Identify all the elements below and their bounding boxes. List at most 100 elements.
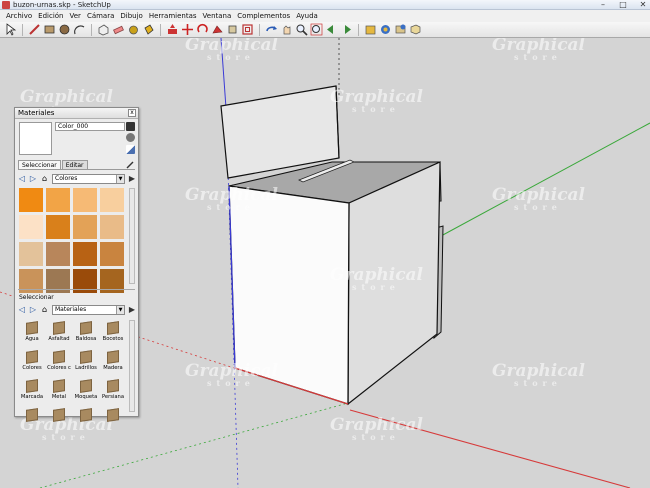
folder-icon xyxy=(26,408,38,422)
materials-titlebar[interactable]: Materiales x xyxy=(15,108,138,119)
tape-measure-icon[interactable] xyxy=(127,23,140,36)
library-item[interactable] xyxy=(19,407,45,434)
swatch[interactable] xyxy=(73,188,97,212)
toolbar-separator xyxy=(22,23,23,36)
display-secondary-icon[interactable] xyxy=(126,122,135,131)
swatch[interactable] xyxy=(19,215,43,239)
minimize-button[interactable]: – xyxy=(598,0,608,10)
forward-arrow-icon[interactable]: ▷ xyxy=(29,174,37,184)
offset-icon[interactable] xyxy=(241,23,254,36)
toolbar-separator xyxy=(160,23,161,36)
arc-icon[interactable] xyxy=(73,23,86,36)
menu-dibujo[interactable]: Dibujo xyxy=(117,10,145,22)
menu-edicion[interactable]: Edición xyxy=(35,10,66,22)
folder-icon xyxy=(53,379,65,393)
library-item[interactable] xyxy=(46,407,72,434)
library-item[interactable]: Agua xyxy=(19,320,45,347)
swatch[interactable] xyxy=(73,242,97,266)
library-item[interactable]: Metal xyxy=(46,378,72,405)
sketchup-app-icon xyxy=(2,1,10,9)
menu-camara[interactable]: Cámara xyxy=(84,10,117,22)
rectangle-icon[interactable] xyxy=(43,23,56,36)
swatch[interactable] xyxy=(46,215,70,239)
library-item[interactable]: Colores c xyxy=(46,349,72,376)
chevron-down-icon[interactable]: ▼ xyxy=(116,175,124,183)
make-component-icon[interactable] xyxy=(97,23,110,36)
pan-icon[interactable] xyxy=(280,23,293,36)
push-pull-icon[interactable] xyxy=(166,23,179,36)
menu-ventana[interactable]: Ventana xyxy=(200,10,235,22)
swatch[interactable] xyxy=(46,242,70,266)
menu-herramientas[interactable]: Herramientas xyxy=(146,10,200,22)
library-item[interactable] xyxy=(73,407,99,434)
swatch[interactable] xyxy=(100,188,124,212)
watermark: Graphicalstore xyxy=(492,185,586,212)
menu-complementos[interactable]: Complementos xyxy=(234,10,293,22)
share-model-icon[interactable] xyxy=(379,23,392,36)
maximize-button[interactable]: □ xyxy=(618,0,628,10)
orbit-icon[interactable] xyxy=(265,23,278,36)
move-icon[interactable] xyxy=(181,23,194,36)
previous-view-icon[interactable] xyxy=(325,23,338,36)
watermark: Graphicalstore xyxy=(330,265,424,292)
zoom-extents-icon[interactable] xyxy=(310,23,323,36)
menu-archivo[interactable]: Archivo xyxy=(3,10,35,22)
forward-arrow-icon[interactable]: ▷ xyxy=(29,305,37,315)
close-button[interactable]: ✕ xyxy=(638,0,648,10)
back-arrow-icon[interactable]: ◁ xyxy=(18,305,26,315)
lower-section-title: Seleccionar xyxy=(19,294,54,301)
library-item[interactable]: Asfaltad xyxy=(46,320,72,347)
folder-icon xyxy=(26,350,38,364)
folder-icon xyxy=(107,379,119,393)
scale-icon[interactable] xyxy=(226,23,239,36)
next-view-icon[interactable] xyxy=(340,23,353,36)
folder-icon xyxy=(26,321,38,335)
eraser-icon[interactable] xyxy=(112,23,125,36)
collection-select[interactable]: Colores ▼ xyxy=(52,174,125,184)
eyedropper-icon[interactable] xyxy=(126,160,135,169)
details-arrow-icon[interactable]: ▶ xyxy=(128,174,136,184)
menu-ver[interactable]: Ver xyxy=(67,10,84,22)
material-name-field[interactable]: Color_000 xyxy=(55,122,125,131)
library-select[interactable]: Materiales ▼ xyxy=(52,305,125,315)
home-icon[interactable]: ⌂ xyxy=(40,305,49,315)
menu-ayuda[interactable]: Ayuda xyxy=(293,10,321,22)
swatch[interactable] xyxy=(19,242,43,266)
select-icon[interactable] xyxy=(4,23,17,36)
circle-icon[interactable] xyxy=(58,23,71,36)
folder-icon xyxy=(26,379,38,393)
swatch[interactable] xyxy=(100,242,124,266)
create-material-icon[interactable] xyxy=(126,133,135,142)
library-item[interactable]: Persiana xyxy=(100,378,126,405)
library-item[interactable]: Bocetos xyxy=(100,320,126,347)
library-scrollbar[interactable] xyxy=(129,320,135,412)
get-models-icon[interactable] xyxy=(364,23,377,36)
zoom-icon[interactable] xyxy=(295,23,308,36)
pencil-icon[interactable] xyxy=(28,23,41,36)
library-item[interactable]: Colores xyxy=(19,349,45,376)
materials-title: Materiales xyxy=(18,109,55,117)
library-item[interactable] xyxy=(100,407,126,434)
library-item[interactable]: Moqueta xyxy=(73,378,99,405)
rotate-icon[interactable] xyxy=(196,23,209,36)
paint-bucket-icon[interactable] xyxy=(142,23,155,36)
library-item[interactable]: Madera xyxy=(100,349,126,376)
library-item[interactable]: Baldosa xyxy=(73,320,99,347)
swatch[interactable] xyxy=(100,215,124,239)
swatch[interactable] xyxy=(46,188,70,212)
watermark: Graphicalstore xyxy=(492,361,586,388)
library-item[interactable]: Marcada xyxy=(19,378,45,405)
follow-me-icon[interactable] xyxy=(211,23,224,36)
swatch[interactable] xyxy=(19,188,43,212)
default-material-icon[interactable] xyxy=(126,145,135,154)
add-location-icon[interactable] xyxy=(394,23,407,36)
library-item[interactable]: Ladrillos xyxy=(73,349,99,376)
materials-close-button[interactable]: x xyxy=(128,109,136,117)
back-arrow-icon[interactable]: ◁ xyxy=(18,174,26,184)
swatch-scrollbar[interactable] xyxy=(129,188,135,284)
swatch[interactable] xyxy=(73,215,97,239)
details-arrow-icon[interactable]: ▶ xyxy=(128,305,136,315)
home-icon[interactable]: ⌂ xyxy=(40,174,49,184)
components-icon[interactable] xyxy=(409,23,422,36)
chevron-down-icon[interactable]: ▼ xyxy=(116,306,124,314)
